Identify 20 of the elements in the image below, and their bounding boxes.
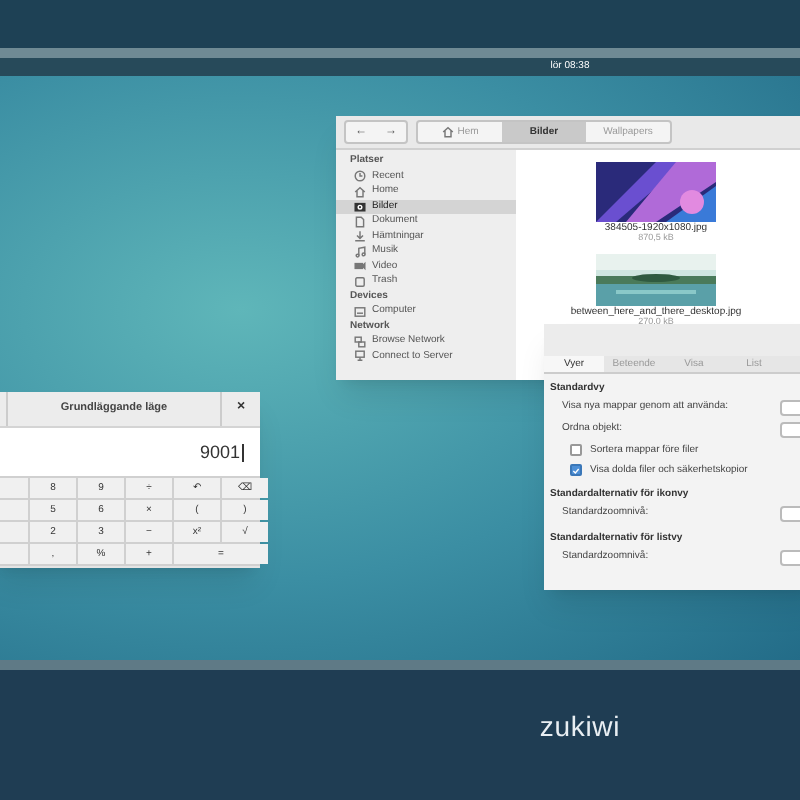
home-icon — [354, 185, 366, 198]
calculator-key[interactable] — [0, 478, 28, 498]
brand-name: zukiwi — [539, 708, 621, 746]
home-icon — [441, 126, 454, 138]
trash-icon — [354, 275, 366, 288]
calculator-key[interactable] — [0, 544, 28, 564]
music-icon — [354, 245, 366, 258]
download-icon — [354, 230, 366, 243]
calculator-key[interactable] — [0, 522, 28, 542]
monitor-icon — [354, 350, 366, 363]
display-value: 9001 — [199, 443, 244, 461]
calculator-key[interactable] — [0, 500, 28, 520]
checkbox[interactable] — [570, 444, 582, 456]
clock-icon — [354, 170, 366, 183]
checkbox[interactable] — [570, 464, 582, 476]
video-icon — [354, 260, 366, 273]
network-icon — [354, 335, 366, 348]
camera-icon — [354, 200, 366, 213]
document-icon — [354, 215, 366, 228]
drive-icon — [354, 305, 366, 318]
